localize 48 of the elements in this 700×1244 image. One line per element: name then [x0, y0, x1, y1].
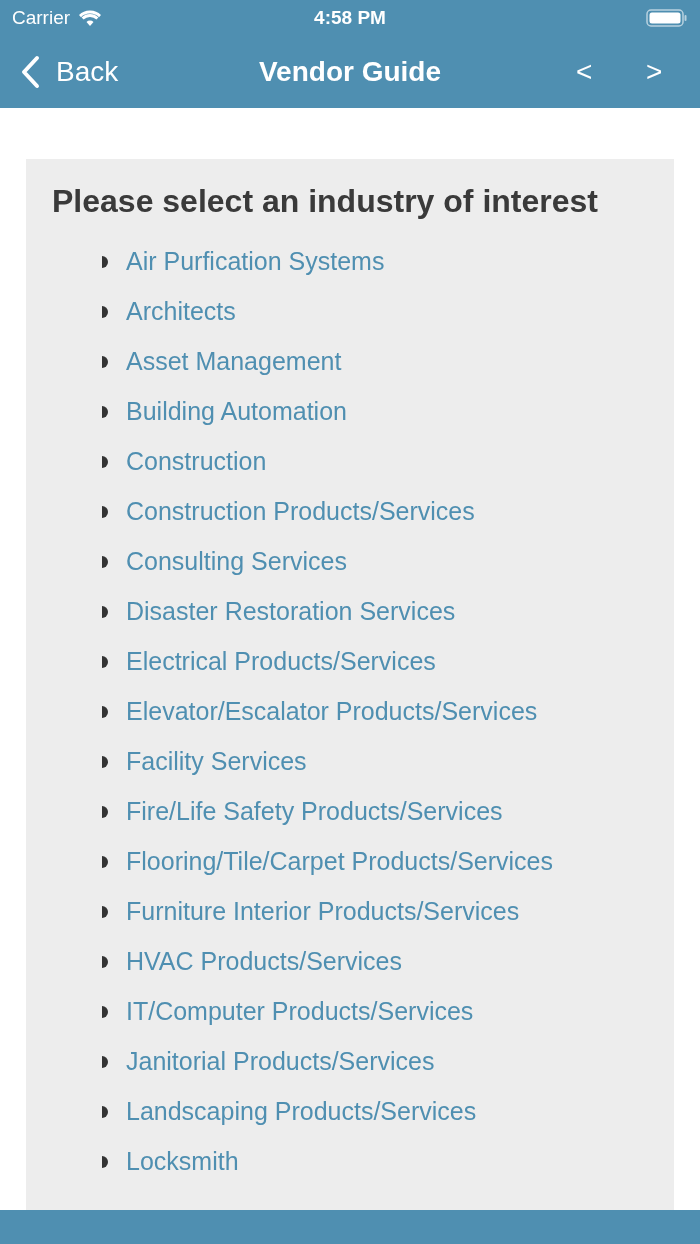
industry-link[interactable]: Elevator/Escalator Products/Services [126, 693, 538, 731]
industry-link[interactable]: IT/Computer Products/Services [126, 993, 474, 1031]
bullet-icon [102, 656, 108, 668]
bullet-icon [102, 456, 108, 468]
bullet-icon [102, 306, 108, 318]
bullet-icon [102, 1006, 108, 1018]
heading: Please select an industry of interest [52, 182, 599, 221]
industry-link[interactable]: Disaster Restoration Services [126, 593, 456, 631]
bullet-icon [102, 856, 108, 868]
bullet-icon [102, 906, 108, 918]
industry-link[interactable]: Locksmith [126, 1143, 239, 1181]
wifi-icon [78, 9, 103, 27]
industry-link[interactable]: Consulting Services [126, 543, 347, 581]
industry-link[interactable]: Electrical Products/Services [126, 643, 436, 681]
bullet-icon [102, 1106, 108, 1118]
industry-link[interactable]: Construction [126, 443, 267, 481]
industry-link[interactable]: Architects [126, 293, 236, 331]
bullet-icon [102, 1056, 108, 1068]
industry-link[interactable]: Facility Services [126, 743, 307, 781]
bullet-icon [102, 356, 108, 368]
nav-title: Vendor Guide [259, 55, 441, 89]
back-button[interactable]: Back [20, 51, 119, 93]
bullet-icon [102, 606, 108, 618]
industry-link[interactable]: Air Purfication Systems [126, 243, 385, 281]
industry-link[interactable]: Flooring/Tile/Carpet Products/Services [126, 843, 553, 881]
bullet-icon [102, 406, 108, 418]
bullet-icon [102, 256, 108, 268]
industry-link[interactable]: Fire/Life Safety Products/Services [126, 793, 503, 831]
industry-link[interactable]: Building Automation [126, 393, 347, 431]
carrier-label: Carrier [12, 5, 71, 30]
industry-link[interactable]: Asset Management [126, 343, 342, 381]
next-button[interactable]: > [646, 51, 663, 93]
previous-button[interactable]: < [576, 51, 593, 93]
industry-link[interactable]: Landscaping Products/Services [126, 1093, 477, 1131]
industry-link[interactable]: Furniture Interior Products/Services [126, 893, 520, 931]
bullet-icon [102, 756, 108, 768]
bullet-icon [102, 556, 108, 568]
clock-time: 4:58 PM [314, 5, 386, 30]
industry-link[interactable]: Construction Products/Services [126, 493, 475, 531]
chevron-left-icon [20, 55, 40, 89]
bullet-icon [102, 806, 108, 818]
bullet-icon [102, 706, 108, 718]
industry-link[interactable]: HVAC Products/Services [126, 943, 402, 981]
battery-icon [646, 8, 688, 28]
bullet-icon [102, 956, 108, 968]
bullet-icon [102, 1156, 108, 1168]
industry-link[interactable]: Janitorial Products/Services [126, 1043, 435, 1081]
bullet-icon [102, 506, 108, 518]
